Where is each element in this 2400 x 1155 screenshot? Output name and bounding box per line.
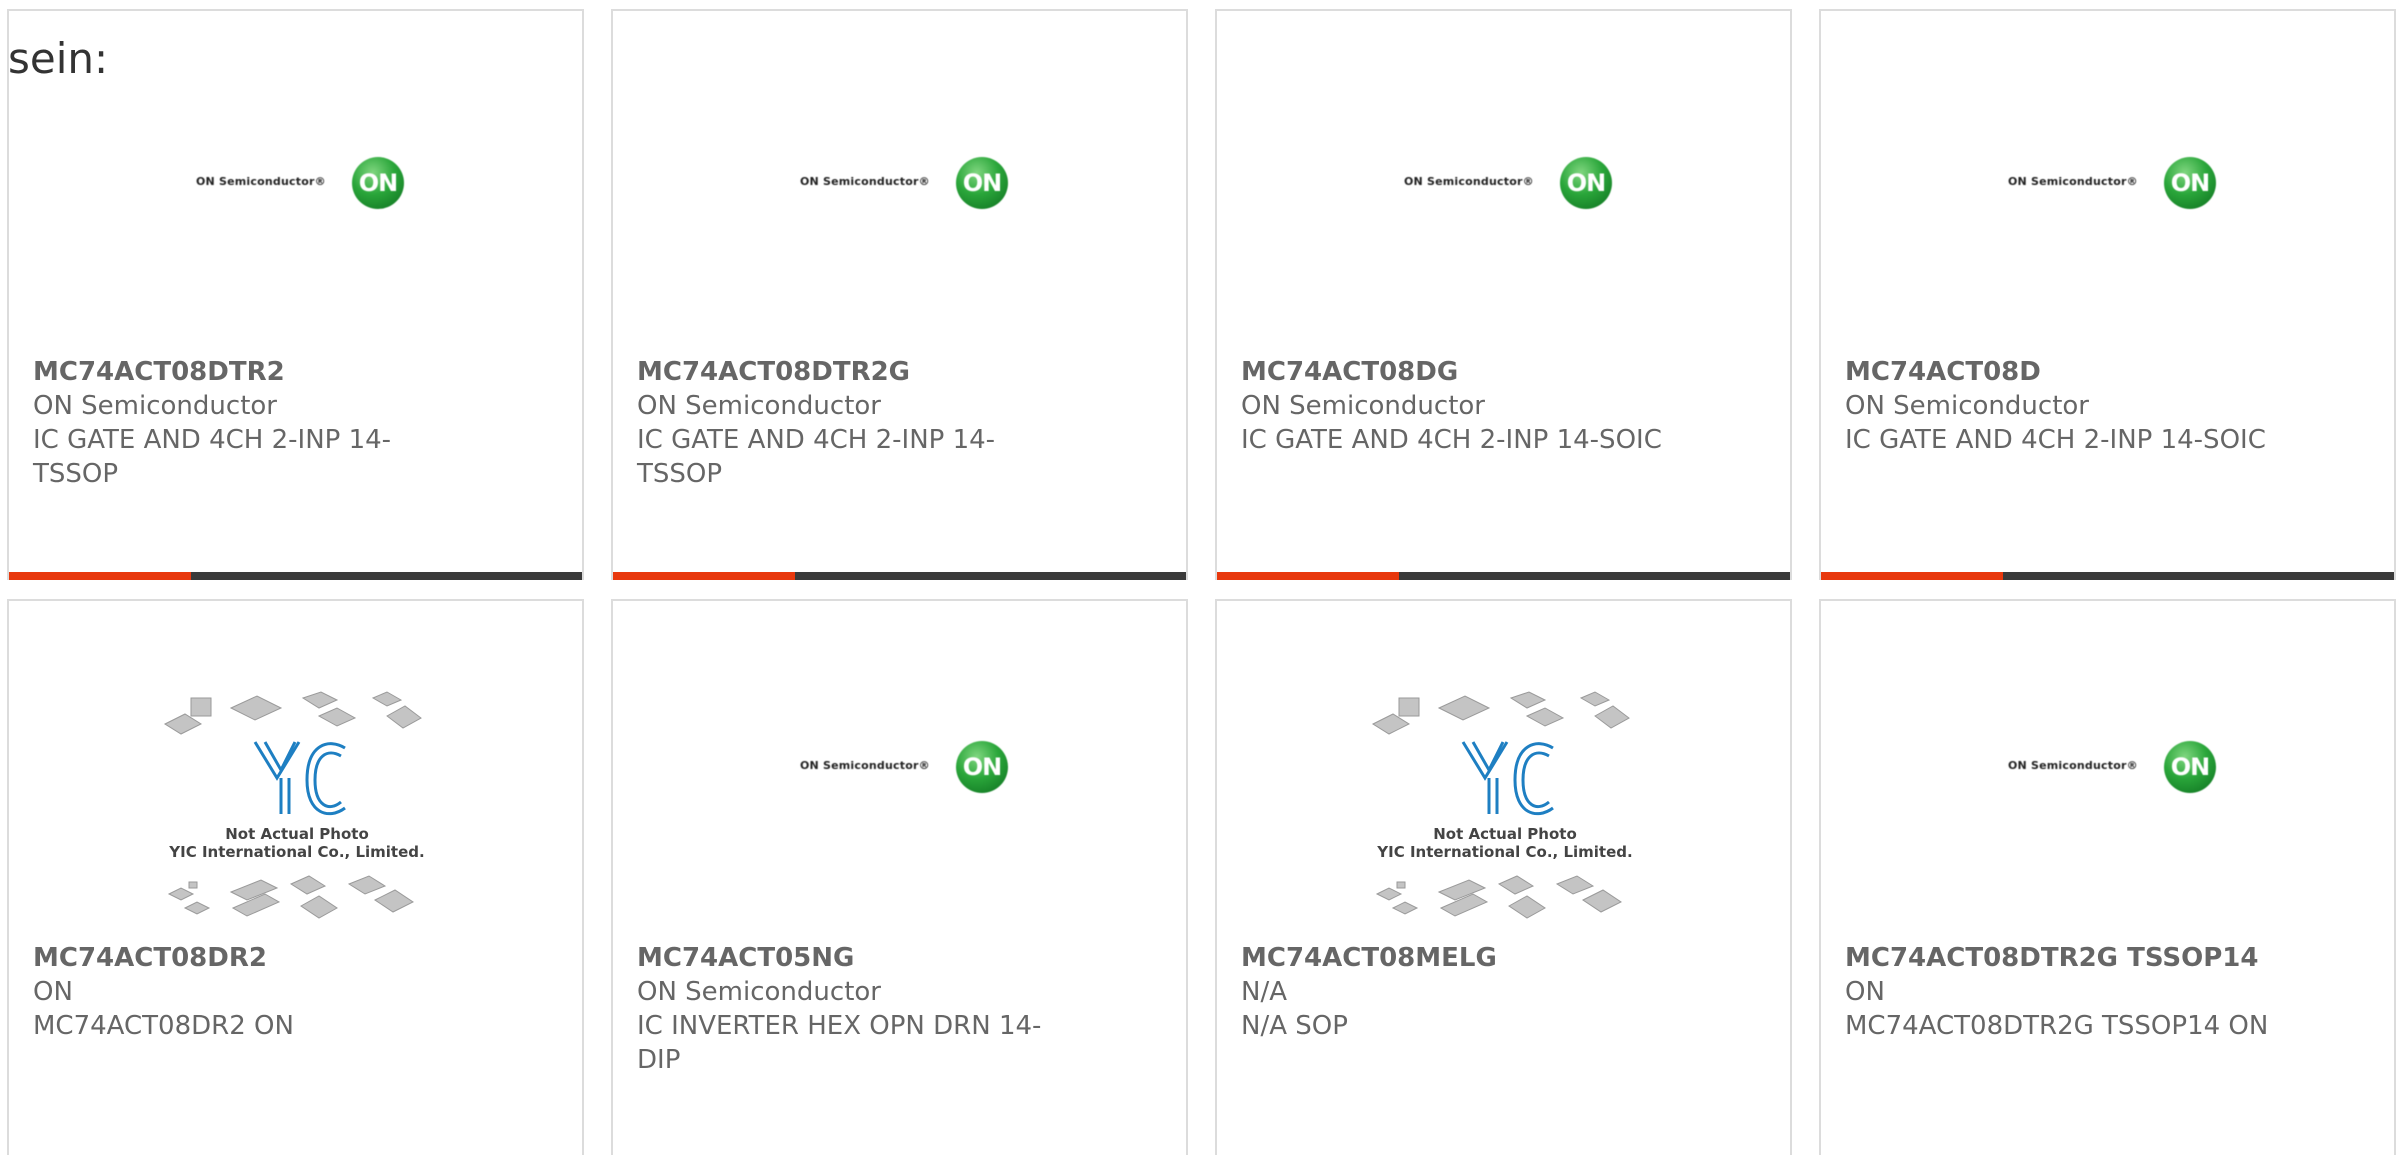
product-card[interactable]: Not Actual Photo YIC International Co., … <box>1215 599 1792 1155</box>
on-logo-icon: ON <box>352 157 404 209</box>
product-card[interactable]: ON Semiconductor® ON MC74ACT08DTR2G TSSO… <box>1819 599 2396 1155</box>
product-info: MC74ACT08DG ON Semiconductor IC GATE AND… <box>1241 355 1761 457</box>
on-logo-icon: ON <box>2164 741 2216 793</box>
product-info: MC74ACT08D ON Semiconductor IC GATE AND … <box>1845 355 2365 457</box>
part-number[interactable]: MC74ACT08D <box>1845 355 2365 389</box>
product-image[interactable]: Not Actual Photo YIC International Co., … <box>9 601 582 931</box>
product-grid-page: sein: ON Semiconductor® ON MC74ACT08DTR2… <box>0 0 2400 1155</box>
on-semiconductor-logo: ON Semiconductor® ON <box>800 155 1010 211</box>
product-info: MC74ACT08DTR2 ON Semiconductor IC GATE A… <box>33 355 453 491</box>
product-info: MC74ACT05NG ON Semiconductor IC INVERTER… <box>637 941 1057 1077</box>
product-info: MC74ACT08DTR2G TSSOP14 ON MC74ACT08DTR2G… <box>1845 941 2365 1043</box>
part-number[interactable]: MC74ACT08DR2 <box>33 941 453 975</box>
product-card[interactable]: Not Actual Photo YIC International Co., … <box>7 599 584 1155</box>
product-card[interactable]: ON Semiconductor® ON MC74ACT08DTR2 ON Se… <box>7 9 584 580</box>
manufacturer: ON Semiconductor <box>637 977 881 1007</box>
manufacturer: ON Semiconductor <box>33 391 277 421</box>
intro-text: sein: <box>8 34 109 83</box>
product-card[interactable]: ON Semiconductor® ON MC74ACT05NG ON Semi… <box>611 599 1188 1155</box>
product-image[interactable]: ON Semiconductor® ON <box>1821 11 2394 341</box>
manufacturer: ON Semiconductor <box>1241 391 1485 421</box>
card-bottom-bar <box>613 572 1186 580</box>
part-number[interactable]: MC74ACT05NG <box>637 941 1057 975</box>
part-number[interactable]: MC74ACT08DTR2G <box>637 355 1057 389</box>
on-semiconductor-logo: ON Semiconductor® ON <box>2008 739 2218 795</box>
product-description: MC74ACT08DR2 ON <box>33 1011 294 1041</box>
product-description: IC GATE AND 4CH 2-INP 14-TSSOP <box>637 425 996 489</box>
on-semiconductor-logo: ON Semiconductor® ON <box>196 155 406 211</box>
product-image[interactable]: Not Actual Photo YIC International Co., … <box>1217 601 1790 931</box>
yic-placeholder-image: Not Actual Photo YIC International Co., … <box>161 686 433 926</box>
product-description: IC GATE AND 4CH 2-INP 14-TSSOP <box>33 425 392 489</box>
product-description: N/A SOP <box>1241 1011 1348 1041</box>
product-card[interactable]: ON Semiconductor® ON MC74ACT08DG ON Semi… <box>1215 9 1792 580</box>
product-info: MC74ACT08DR2 ON MC74ACT08DR2 ON <box>33 941 453 1043</box>
on-logo-icon: ON <box>956 157 1008 209</box>
product-info: MC74ACT08MELG N/A N/A SOP <box>1241 941 1661 1043</box>
product-description: IC GATE AND 4CH 2-INP 14-SOIC <box>1845 425 2266 455</box>
product-description: IC INVERTER HEX OPN DRN 14-DIP <box>637 1011 1042 1075</box>
yic-placeholder-image: Not Actual Photo YIC International Co., … <box>1369 686 1641 926</box>
product-card[interactable]: ON Semiconductor® ON MC74ACT08D ON Semic… <box>1819 9 2396 580</box>
manufacturer: ON Semiconductor <box>1845 391 2089 421</box>
manufacturer: ON <box>1845 977 1885 1007</box>
product-image[interactable]: ON Semiconductor® ON <box>613 601 1186 931</box>
card-bottom-bar <box>1821 572 2394 580</box>
on-semiconductor-logo: ON Semiconductor® ON <box>800 739 1010 795</box>
product-description: MC74ACT08DTR2G TSSOP14 ON <box>1845 1011 2269 1041</box>
part-number[interactable]: MC74ACT08MELG <box>1241 941 1661 975</box>
on-logo-icon: ON <box>956 741 1008 793</box>
product-image[interactable]: ON Semiconductor® ON <box>1217 11 1790 341</box>
manufacturer: N/A <box>1241 977 1287 1007</box>
part-number[interactable]: MC74ACT08DG <box>1241 355 1761 389</box>
product-info: MC74ACT08DTR2G ON Semiconductor IC GATE … <box>637 355 1057 491</box>
card-bottom-bar <box>1217 572 1790 580</box>
product-card[interactable]: ON Semiconductor® ON MC74ACT08DTR2G ON S… <box>611 9 1188 580</box>
part-number[interactable]: MC74ACT08DTR2 <box>33 355 453 389</box>
part-number[interactable]: MC74ACT08DTR2G TSSOP14 <box>1845 941 2365 975</box>
card-bottom-bar <box>9 572 582 580</box>
on-logo-icon: ON <box>1560 157 1612 209</box>
on-logo-icon: ON <box>2164 157 2216 209</box>
manufacturer: ON <box>33 977 73 1007</box>
product-description: IC GATE AND 4CH 2-INP 14-SOIC <box>1241 425 1662 455</box>
on-semiconductor-logo: ON Semiconductor® ON <box>2008 155 2218 211</box>
manufacturer: ON Semiconductor <box>637 391 881 421</box>
on-semiconductor-logo: ON Semiconductor® ON <box>1404 155 1614 211</box>
product-image[interactable]: ON Semiconductor® ON <box>613 11 1186 341</box>
product-image[interactable]: ON Semiconductor® ON <box>1821 601 2394 931</box>
